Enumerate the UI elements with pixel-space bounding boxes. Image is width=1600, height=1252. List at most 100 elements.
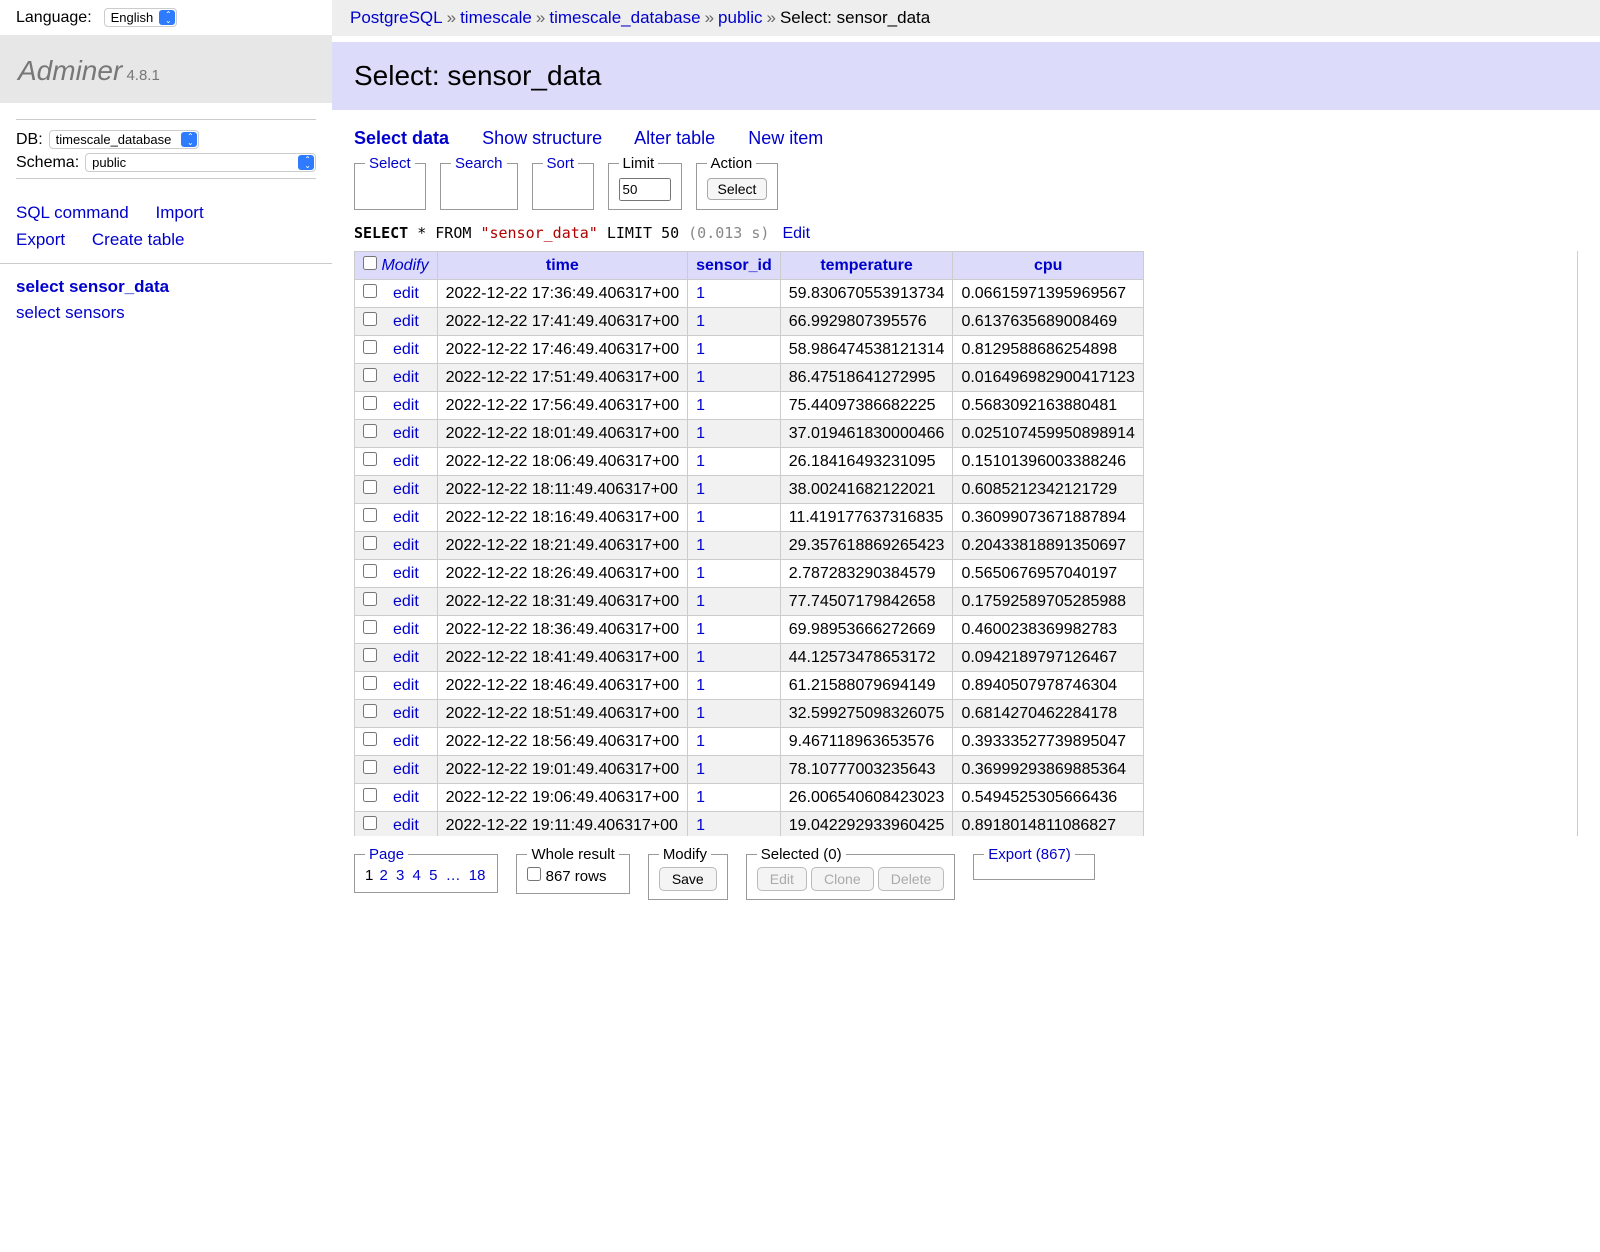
edit-row-link[interactable]: edit [393,593,419,610]
delete-selected-button[interactable]: Delete [878,867,944,891]
cell-sensor-id-link[interactable]: 1 [696,621,705,638]
page-link[interactable]: 5 [429,867,437,884]
edit-row-link[interactable]: edit [393,397,419,414]
edit-row-link[interactable]: edit [393,453,419,470]
limit-input[interactable] [619,178,671,201]
save-button[interactable]: Save [659,867,717,891]
tab-select-data[interactable]: Select data [354,128,449,148]
row-checkbox[interactable] [363,396,377,410]
legend-export[interactable]: Export (867) [988,846,1071,863]
row-checkbox[interactable] [363,536,377,550]
edit-row-link[interactable]: edit [393,285,419,302]
cell-sensor-id-link[interactable]: 1 [696,341,705,358]
legend-search[interactable]: Search [451,155,507,172]
create-table-link[interactable]: Create table [92,230,185,249]
cell-sensor-id-link[interactable]: 1 [696,649,705,666]
row-checkbox[interactable] [363,620,377,634]
cell-sensor-id-link[interactable]: 1 [696,733,705,750]
col-time[interactable]: time [546,257,579,274]
tab-alter-table[interactable]: Alter table [634,128,715,148]
edit-row-link[interactable]: edit [393,481,419,498]
edit-row-link[interactable]: edit [393,537,419,554]
cell-sensor-id-link[interactable]: 1 [696,481,705,498]
legend-select[interactable]: Select [365,155,415,172]
row-checkbox[interactable] [363,592,377,606]
table-name-link[interactable]: sensors [65,303,125,322]
whole-result-checkbox[interactable] [527,867,541,881]
select-all-checkbox[interactable] [363,256,377,270]
edit-row-link[interactable]: edit [393,313,419,330]
page-link[interactable]: … [446,867,461,884]
cell-sensor-id-link[interactable]: 1 [696,537,705,554]
breadcrumb-link[interactable]: PostgreSQL [350,8,443,27]
row-checkbox[interactable] [363,368,377,382]
row-checkbox[interactable] [363,704,377,718]
row-checkbox[interactable] [363,676,377,690]
row-checkbox[interactable] [363,480,377,494]
table-name-link[interactable]: sensor_data [69,277,169,296]
cell-sensor-id-link[interactable]: 1 [696,397,705,414]
clone-selected-button[interactable]: Clone [811,867,874,891]
row-checkbox[interactable] [363,564,377,578]
breadcrumb-link[interactable]: public [718,8,762,27]
fieldset-select[interactable]: Select [354,155,426,210]
row-checkbox[interactable] [363,788,377,802]
edit-row-link[interactable]: edit [393,621,419,638]
edit-selected-button[interactable]: Edit [757,867,807,891]
edit-row-link[interactable]: edit [393,789,419,806]
fieldset-search[interactable]: Search [440,155,518,210]
col-sensor-id[interactable]: sensor_id [696,257,772,274]
cell-sensor-id-link[interactable]: 1 [696,425,705,442]
breadcrumb-link[interactable]: timescale_database [549,8,700,27]
row-checkbox[interactable] [363,340,377,354]
row-checkbox[interactable] [363,648,377,662]
page-link[interactable]: 18 [469,867,486,884]
row-checkbox[interactable] [363,508,377,522]
edit-row-link[interactable]: edit [393,705,419,722]
row-checkbox[interactable] [363,732,377,746]
export-link[interactable]: Export [16,230,65,249]
fieldset-sort[interactable]: Sort [532,155,594,210]
db-select[interactable]: timescale_database [49,130,199,149]
tab-new-item[interactable]: New item [748,128,823,148]
language-select[interactable]: English [104,8,177,27]
tab-show-structure[interactable]: Show structure [482,128,602,148]
cell-sensor-id-link[interactable]: 1 [696,789,705,806]
legend-sort[interactable]: Sort [543,155,579,172]
edit-row-link[interactable]: edit [393,509,419,526]
cell-sensor-id-link[interactable]: 1 [696,313,705,330]
page-link[interactable]: 2 [380,867,388,884]
edit-row-link[interactable]: edit [393,369,419,386]
row-checkbox[interactable] [363,816,377,830]
col-cpu[interactable]: cpu [1034,257,1062,274]
edit-query-link[interactable]: Edit [782,225,810,242]
edit-row-link[interactable]: edit [393,649,419,666]
cell-sensor-id-link[interactable]: 1 [696,369,705,386]
cell-sensor-id-link[interactable]: 1 [696,677,705,694]
table-select-link[interactable]: select [16,303,60,322]
cell-sensor-id-link[interactable]: 1 [696,705,705,722]
schema-select[interactable]: public [85,153,316,172]
legend-page[interactable]: Page [369,846,404,863]
cell-sensor-id-link[interactable]: 1 [696,285,705,302]
breadcrumb-link[interactable]: timescale [460,8,532,27]
row-checkbox[interactable] [363,312,377,326]
edit-row-link[interactable]: edit [393,761,419,778]
edit-row-link[interactable]: edit [393,341,419,358]
cell-sensor-id-link[interactable]: 1 [696,593,705,610]
row-checkbox[interactable] [363,284,377,298]
row-checkbox[interactable] [363,452,377,466]
action-select-button[interactable]: Select [707,178,768,200]
cell-sensor-id-link[interactable]: 1 [696,453,705,470]
cell-sensor-id-link[interactable]: 1 [696,565,705,582]
edit-row-link[interactable]: edit [393,817,419,834]
cell-sensor-id-link[interactable]: 1 [696,761,705,778]
import-link[interactable]: Import [155,203,203,222]
edit-row-link[interactable]: edit [393,425,419,442]
cell-sensor-id-link[interactable]: 1 [696,509,705,526]
col-modify[interactable]: Modify [381,257,428,274]
cell-sensor-id-link[interactable]: 1 [696,817,705,834]
page-link[interactable]: 3 [396,867,404,884]
edit-row-link[interactable]: edit [393,677,419,694]
edit-row-link[interactable]: edit [393,565,419,582]
